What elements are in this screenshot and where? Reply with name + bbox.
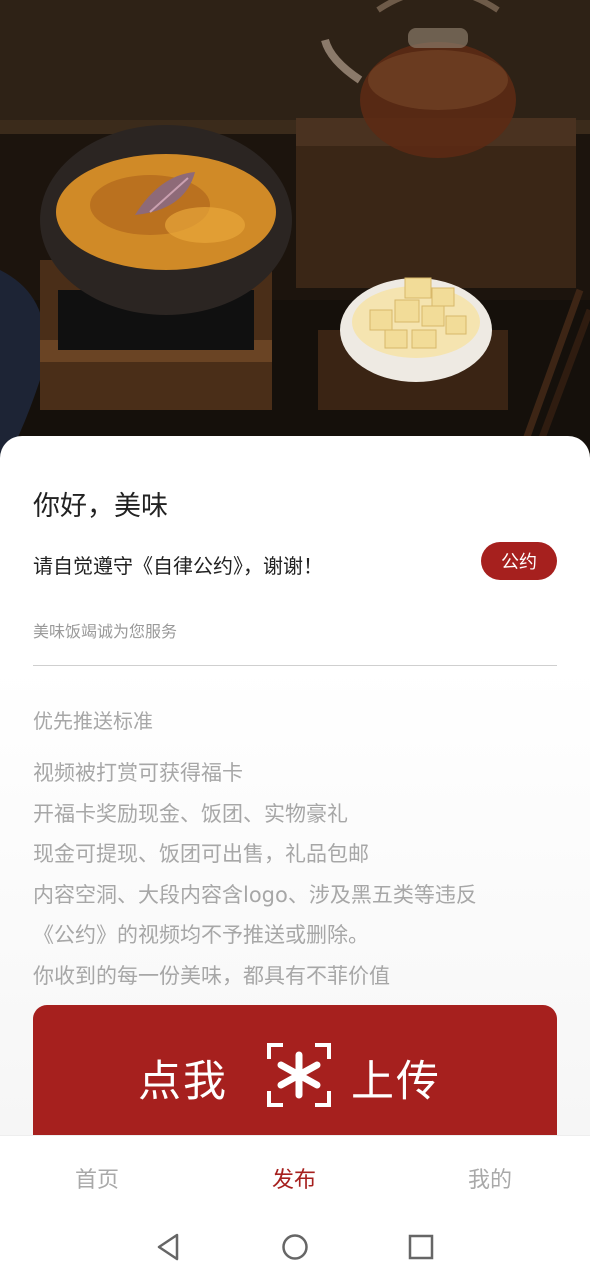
rule-line: 内容空洞、大段内容含logo、涉及黑五类等违反 — [33, 882, 477, 907]
scan-icon — [267, 1043, 331, 1107]
back-icon[interactable] — [155, 1232, 183, 1262]
recents-icon[interactable] — [407, 1233, 435, 1261]
service-text: 美味饭竭诚为您服务 — [33, 622, 178, 641]
home-icon[interactable] — [281, 1233, 309, 1261]
rule-line: 《公约》的视频均不予推送或删除。 — [33, 923, 369, 947]
greeting-title: 你好，美味 — [33, 491, 168, 522]
bottom-tab-bar: 首页 发布 我的 — [0, 1136, 590, 1216]
rule-line: 视频被打赏可获得福卡 — [33, 761, 243, 785]
pact-button[interactable]: 公约 — [481, 542, 557, 580]
upload-left-label: 点我 — [138, 1057, 228, 1107]
section-title: 优先推送标准 — [33, 709, 153, 733]
rule-line: 你收到的每一份美味，都具有不菲价值 — [33, 963, 390, 988]
tab-home[interactable]: 首页 — [75, 1162, 119, 1194]
food-illustration — [0, 0, 590, 470]
rule-notice: 请自觉遵守《自律公约》，谢谢！ — [33, 554, 323, 578]
rule-line: 开福卡奖励现金、饭团、实物豪礼 — [33, 801, 348, 826]
divider — [33, 665, 557, 666]
hero-food-image — [0, 0, 590, 470]
system-nav-bar — [0, 1216, 590, 1278]
upload-right-label: 上传 — [351, 1057, 441, 1107]
tab-publish[interactable]: 发布 — [272, 1162, 316, 1194]
rule-line: 现金可提现、饭团可出售，礼品包邮 — [33, 842, 369, 866]
rules-list: 视频被打赏可获得福卡 开福卡奖励现金、饭团、实物豪礼 现金可提现、饭团可出售，礼… — [33, 758, 477, 1001]
tab-mine[interactable]: 我的 — [468, 1162, 512, 1194]
